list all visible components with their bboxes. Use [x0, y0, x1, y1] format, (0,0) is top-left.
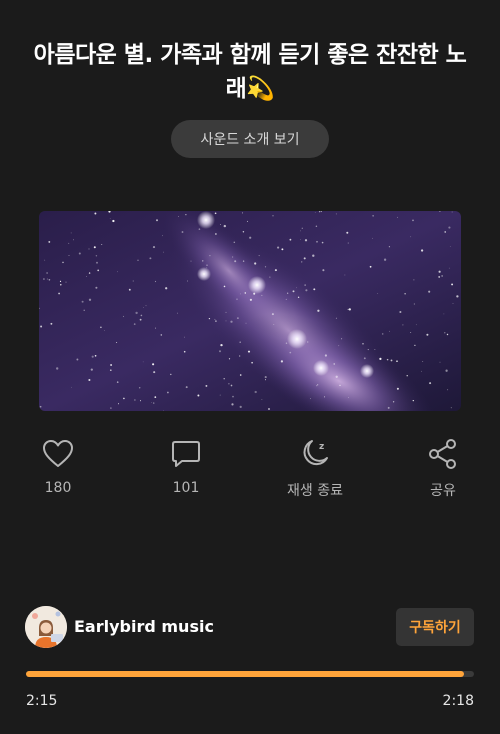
channel-name[interactable]: Earlybird music — [74, 617, 214, 636]
share-button[interactable]: 공유 — [398, 437, 488, 500]
cover-image — [39, 211, 461, 411]
current-time: 2:15 — [26, 693, 58, 709]
sleep-timer-label: 재생 종료 — [287, 483, 343, 499]
svg-text:z: z — [319, 442, 324, 452]
page-title: 아름다운 별. 가족과 함께 듣기 좋은 잔잔한 노래💫 — [33, 42, 467, 102]
progress-bar[interactable] — [26, 671, 474, 677]
comment-icon — [169, 437, 203, 471]
like-count: 180 — [44, 480, 72, 496]
share-icon — [426, 437, 460, 471]
total-time: 2:18 — [442, 693, 474, 709]
share-label: 공유 — [430, 483, 456, 499]
sleep-timer-button[interactable]: z 재생 종료 — [270, 437, 360, 500]
sleep-timer-icon: z — [298, 437, 332, 471]
comment-count: 101 — [172, 480, 200, 496]
channel-row: Earlybird music 구독하기 — [25, 606, 475, 650]
heart-icon — [41, 437, 75, 471]
sound-intro-button[interactable]: 사운드 소개 보기 — [171, 120, 329, 158]
like-button[interactable]: 180 — [13, 437, 103, 496]
channel-avatar[interactable] — [25, 606, 67, 648]
comment-button[interactable]: 101 — [141, 437, 231, 496]
subscribe-button[interactable]: 구독하기 — [396, 608, 474, 646]
progress-fill — [26, 671, 465, 677]
action-bar: 180 101 z 재생 종료 공유 — [0, 437, 500, 507]
